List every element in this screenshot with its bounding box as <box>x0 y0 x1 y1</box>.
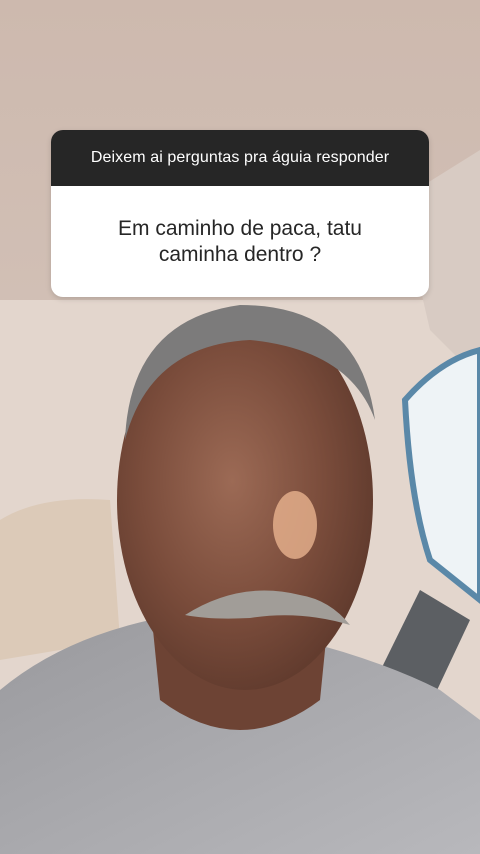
question-prompt: Deixem ai perguntas pra águia responder <box>51 130 429 186</box>
story-background-photo <box>0 0 480 854</box>
light-glare <box>273 491 317 559</box>
question-answer: Em caminho de paca, tatu caminha dentro … <box>51 186 429 297</box>
question-sticker[interactable]: Deixem ai perguntas pra águia responder … <box>51 130 429 297</box>
